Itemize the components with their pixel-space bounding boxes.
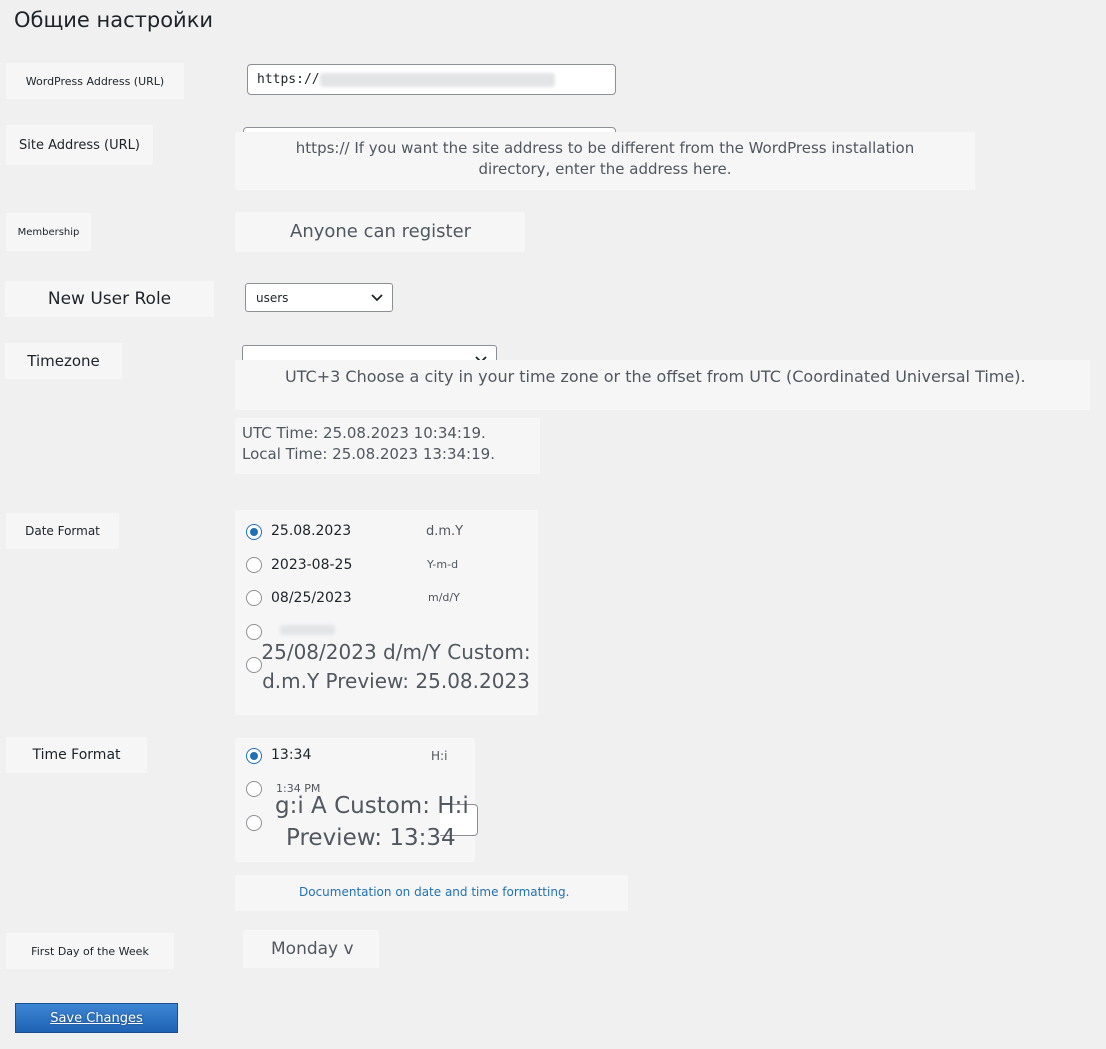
new-user-role-select[interactable]: users <box>245 283 393 312</box>
page-title: Общие настройки <box>14 8 214 32</box>
first-day-value: Monday v <box>271 939 354 959</box>
date-format-code-3: m/d/Y <box>428 591 460 604</box>
date-format-radio-2[interactable] <box>246 557 262 573</box>
time-format-option-1: 13:34 <box>271 747 312 763</box>
redacted-option <box>280 625 335 635</box>
membership-field[interactable]: Anyone can register <box>235 212 525 252</box>
time-format-code-1: H:i <box>431 749 448 763</box>
time-format-doc-box: Documentation on date and time formattin… <box>235 875 628 911</box>
timezone-description-box: UTC+3 Choose a city in your time zone or… <box>235 360 1090 410</box>
time-format-label: Time Format <box>6 737 147 773</box>
membership-value: Anyone can register <box>290 221 472 242</box>
timezone-time-info: UTC Time: 25.08.2023 10:34:19. Local Tim… <box>242 424 495 463</box>
date-format-code-2: Y-m-d <box>427 558 459 571</box>
first-day-select[interactable]: Monday v <box>243 930 379 968</box>
new-user-role-label: New User Role <box>5 281 214 317</box>
date-format-option-3: 08/25/2023 <box>271 590 352 606</box>
date-format-option-1: 25.08.2023 <box>271 523 352 539</box>
site-address-description-box: https:// If you want the site address to… <box>235 132 975 190</box>
time-format-radio-2[interactable] <box>246 781 262 797</box>
membership-label: Membership <box>6 213 91 251</box>
date-format-radio-1[interactable] <box>246 524 262 540</box>
timezone-label: Timezone <box>5 343 122 379</box>
redacted-url <box>319 72 555 87</box>
site-address-description: https:// If you want the site address to… <box>295 139 915 178</box>
wp-address-value: https:// <box>257 72 320 87</box>
date-format-code-1: d.m.Y <box>426 524 464 539</box>
date-format-radio-3[interactable] <box>246 590 262 606</box>
wp-address-label: WordPress Address (URL) <box>6 63 184 99</box>
save-changes-button[interactable]: Save Changes <box>15 1003 178 1033</box>
first-day-label: First Day of the Week <box>6 933 174 969</box>
timezone-time-box: UTC Time: 25.08.2023 10:34:19. Local Tim… <box>235 418 540 474</box>
time-format-custom-text-2: Preview: 13:34 <box>286 825 456 851</box>
timezone-description: UTC+3 Choose a city in your time zone or… <box>285 367 1026 386</box>
wp-address-input[interactable]: https:// <box>247 64 616 95</box>
time-format-radio-custom[interactable] <box>246 815 262 831</box>
time-format-custom-text-1: g:i A Custom: H:i <box>275 793 469 819</box>
time-format-radio-1[interactable] <box>246 748 262 764</box>
chevron-down-icon <box>371 293 383 301</box>
new-user-role-value: users <box>256 290 289 305</box>
date-format-custom-text: 25/08/2023 d/m/Y Custom: d.m.Y Preview: … <box>261 640 531 693</box>
site-address-label: Site Address (URL) <box>6 125 153 165</box>
date-format-label: Date Format <box>6 513 119 549</box>
time-format-doc-link[interactable]: Documentation on date and time formattin… <box>299 885 569 899</box>
date-format-option-2: 2023-08-25 <box>271 557 353 573</box>
